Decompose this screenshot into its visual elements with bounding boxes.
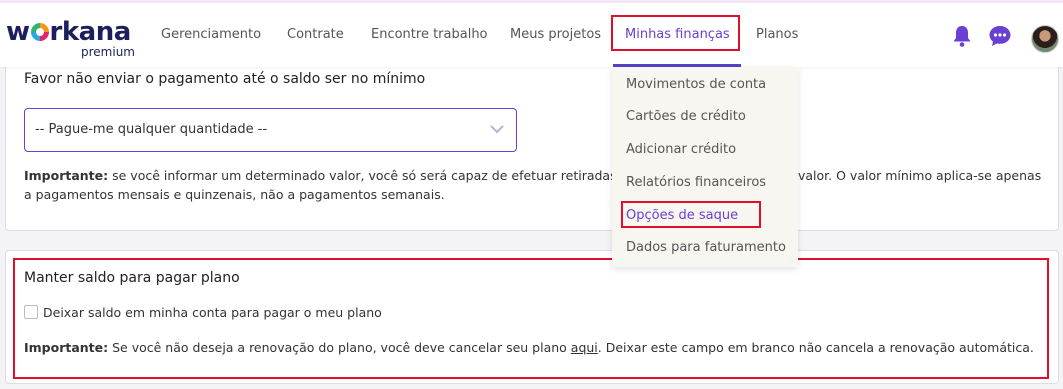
min-amount-select-value: -- Pague-me qualquer quantidade -- xyxy=(35,122,268,137)
top-navbar: w rkana premium Gerenciamento Contrate En… xyxy=(0,3,1063,67)
min-balance-note-line2: a pagamentos mensais e quinzenais, não a… xyxy=(24,187,445,202)
min-balance-note-label: Importante: xyxy=(24,168,109,183)
keep-balance-note-label: Importante: xyxy=(24,340,109,355)
logo-text-post: rkana xyxy=(49,17,132,47)
logo-text-pre: w xyxy=(6,17,30,47)
nav-gerenciamento[interactable]: Gerenciamento xyxy=(161,3,261,67)
min-balance-note-line1: Importante: se você informar um determin… xyxy=(24,166,629,186)
menu-active-highlight xyxy=(621,201,761,228)
chat-icon[interactable] xyxy=(988,24,1012,48)
keep-balance-note-tail: . Deixar este campo em branco não cancel… xyxy=(597,340,1034,355)
menu-item-cartoes-de-credito[interactable]: Cartões de crédito xyxy=(626,109,746,124)
keep-balance-heading: Manter saldo para pagar plano xyxy=(24,270,240,286)
keep-balance-note: Importante: Se você não deseja a renovaç… xyxy=(24,338,1034,358)
logo-circle-icon xyxy=(30,23,49,41)
bell-icon[interactable] xyxy=(950,24,974,48)
menu-item-adicionar-credito[interactable]: Adicionar crédito xyxy=(626,142,736,157)
keep-balance-note-text: Se você não deseja a renovação do plano,… xyxy=(108,340,571,355)
keep-balance-checkbox[interactable] xyxy=(24,305,38,319)
min-balance-note-text-right: valor. O valor mínimo aplica-se apenas xyxy=(798,168,1042,183)
min-balance-heading: Favor não enviar o pagamento até o saldo… xyxy=(24,71,426,87)
workana-logo[interactable]: w rkana premium xyxy=(6,19,138,61)
keep-balance-checkbox-label[interactable]: Deixar saldo em minha conta para pagar o… xyxy=(43,303,382,323)
nav-active-highlight xyxy=(611,15,740,51)
chevron-down-icon xyxy=(490,125,504,134)
menu-item-relatorios-financeiros[interactable]: Relatórios financeiros xyxy=(626,175,766,190)
min-amount-select[interactable]: -- Pague-me qualquer quantidade -- xyxy=(24,108,517,152)
nav-contrate[interactable]: Contrate xyxy=(287,3,344,67)
min-balance-note-text-left: se você informar um determinado valor, v… xyxy=(108,168,629,183)
menu-item-dados-para-faturamento[interactable]: Dados para faturamento xyxy=(626,240,786,255)
cancel-plan-link[interactable]: aqui xyxy=(571,340,598,355)
nav-meus-projetos[interactable]: Meus projetos xyxy=(510,3,601,67)
finances-dropdown-menu: Movimentos de conta Cartões de crédito A… xyxy=(612,67,798,267)
nav-planos[interactable]: Planos xyxy=(756,3,798,67)
logo-premium-label: premium xyxy=(81,45,135,59)
menu-item-movimentos-de-conta[interactable]: Movimentos de conta xyxy=(626,77,766,92)
nav-encontre-trabalho[interactable]: Encontre trabalho xyxy=(371,3,488,67)
avatar[interactable] xyxy=(1031,25,1059,53)
